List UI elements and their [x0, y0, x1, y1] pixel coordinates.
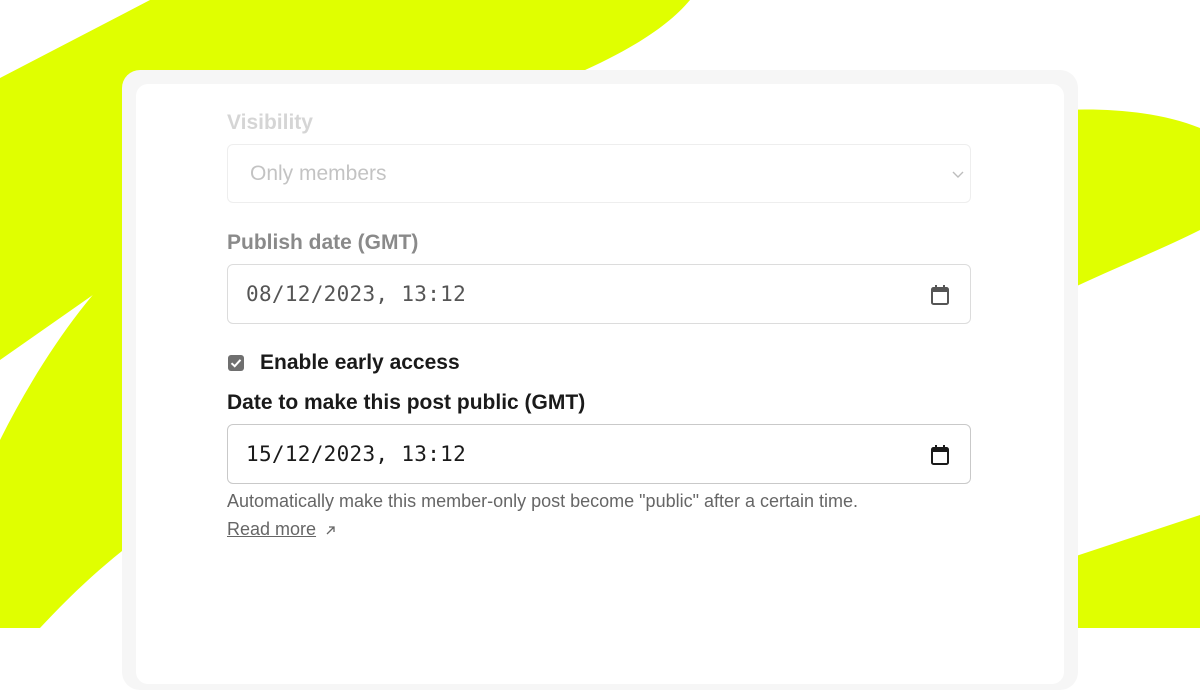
calendar-icon[interactable] [930, 444, 950, 466]
settings-panel: Visibility Only members Publish date (GM… [136, 84, 1064, 684]
visibility-label: Visibility [227, 111, 313, 134]
external-arrow-icon [326, 526, 335, 535]
visibility-selected-value: Only members [250, 161, 387, 185]
publish-date-input[interactable]: 08/12/2023, 13:12 [227, 264, 971, 324]
chevron-down-icon [952, 171, 964, 178]
early-access-label[interactable]: Enable early access [260, 351, 460, 375]
calendar-icon[interactable] [930, 284, 950, 306]
read-more-label: Read more [227, 519, 317, 539]
help-text: Automatically make this member-only post… [227, 491, 859, 511]
visibility-select[interactable]: Only members [227, 144, 971, 203]
read-more-link[interactable]: Read more [227, 519, 316, 539]
publish-date-label: Publish date (GMT) [227, 231, 419, 254]
brush-stroke-bottom-right [1064, 515, 1200, 628]
early-access-checkbox[interactable] [228, 355, 244, 371]
early-access-help: Automatically make this member-only post… [227, 487, 987, 543]
public-date-label: Date to make this post public (GMT) [227, 391, 586, 414]
publish-date-value: 08/12/2023, 13:12 [246, 282, 467, 306]
checkmark-icon [230, 359, 242, 368]
public-date-value: 15/12/2023, 13:12 [246, 442, 467, 466]
public-date-input[interactable]: 15/12/2023, 13:12 [227, 424, 971, 484]
brush-stroke-right [1064, 109, 1200, 293]
